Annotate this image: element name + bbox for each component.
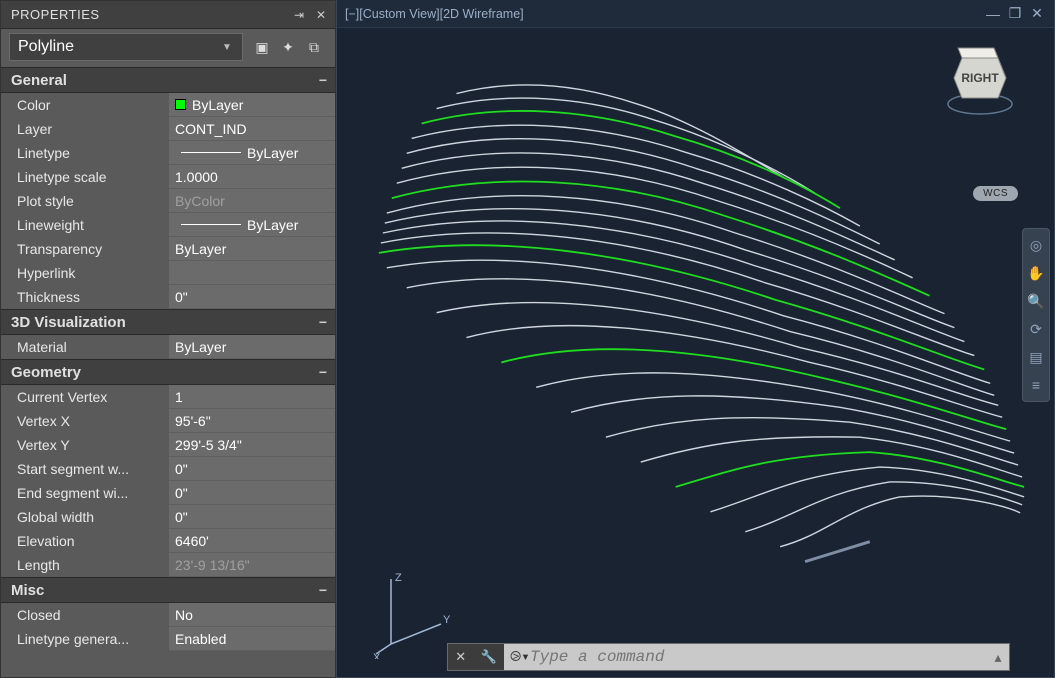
section-geometry[interactable]: Geometry − <box>1 359 335 385</box>
selection-tools: ▣ ✦ ⧉ <box>243 38 329 56</box>
viewport-titlebar: [−][Custom View][2D Wireframe] — ❐ ✕ <box>337 0 1054 28</box>
collapse-icon: − <box>313 72 327 88</box>
command-line: ✕ 🔧 ⧁▾ ▴ <box>447 643 1010 671</box>
prop-length[interactable]: Length 23'-9 13/16" <box>1 553 335 577</box>
prop-start-seg-width[interactable]: Start segment w... 0" <box>1 457 335 481</box>
navbar-more-icon[interactable]: ≡ <box>1026 375 1046 395</box>
close-icon[interactable]: ✕ <box>313 7 329 23</box>
object-type-value: Polyline <box>18 38 220 56</box>
prop-current-vertex[interactable]: Current Vertex 1 <box>1 385 335 409</box>
section-misc[interactable]: Misc − <box>1 577 335 603</box>
cmd-customize-icon[interactable]: 🔧 <box>481 649 497 665</box>
prop-closed[interactable]: Closed No <box>1 603 335 627</box>
wcs-badge[interactable]: WCS <box>973 186 1018 201</box>
drawing-canvas[interactable] <box>337 28 1054 677</box>
navigation-bar: ◎ ✋ 🔍 ⟳ ▤ ≡ <box>1022 228 1050 402</box>
section-3d-visualization[interactable]: 3D Visualization − <box>1 309 335 335</box>
prop-vertex-y[interactable]: Vertex Y 299'-5 3/4" <box>1 433 335 457</box>
prop-transparency[interactable]: Transparency ByLayer <box>1 237 335 261</box>
prop-lineweight[interactable]: Lineweight ByLayer <box>1 213 335 237</box>
close-window-icon[interactable]: ✕ <box>1028 5 1046 22</box>
properties-header: PROPERTIES ⇥ ✕ <box>1 1 335 29</box>
minimize-icon[interactable]: — <box>984 6 1002 22</box>
pin-icon[interactable]: ⇥ <box>291 7 307 23</box>
properties-panel: PROPERTIES ⇥ ✕ Polyline ▼ ▣ ✦ ⧉ General … <box>0 0 336 678</box>
linetype-preview-icon <box>181 152 241 153</box>
selection-row: Polyline ▼ ▣ ✦ ⧉ <box>1 29 335 67</box>
pan-icon[interactable]: ✋ <box>1026 263 1046 283</box>
contour-drawing <box>337 28 1054 677</box>
collapse-icon: − <box>313 314 327 330</box>
prop-layer[interactable]: Layer CONT_IND <box>1 117 335 141</box>
wheel-icon[interactable]: ◎ <box>1026 235 1046 255</box>
chevron-down-icon: ▼ <box>220 42 234 53</box>
lineweight-preview-icon <box>181 224 241 225</box>
properties-title: PROPERTIES <box>11 7 285 22</box>
cmd-close-icon[interactable]: ✕ <box>455 649 466 665</box>
command-line-controls: ✕ 🔧 <box>448 644 504 670</box>
maximize-icon[interactable]: ❐ <box>1006 5 1024 22</box>
collapse-icon: − <box>313 582 327 598</box>
prop-end-seg-width[interactable]: End segment wi... 0" <box>1 481 335 505</box>
viewcube[interactable]: RIGHT <box>940 42 1020 122</box>
viewport-label[interactable]: [−][Custom View][2D Wireframe] <box>345 7 980 21</box>
svg-text:RIGHT: RIGHT <box>961 71 999 85</box>
prop-thickness[interactable]: Thickness 0" <box>1 285 335 309</box>
prop-plot-style[interactable]: Plot style ByColor <box>1 189 335 213</box>
section-general[interactable]: General − <box>1 67 335 93</box>
cmd-history-icon[interactable]: ▴ <box>987 649 1009 666</box>
collapse-icon: − <box>313 364 327 380</box>
prop-global-width[interactable]: Global width 0" <box>1 505 335 529</box>
cmd-prompt-icon[interactable]: ⧁▾ <box>504 649 524 665</box>
toggle-pickadd-icon[interactable]: ▣ <box>253 38 271 56</box>
prop-linetype-scale[interactable]: Linetype scale 1.0000 <box>1 165 335 189</box>
showmotion-icon[interactable]: ▤ <box>1026 347 1046 367</box>
prop-hyperlink[interactable]: Hyperlink <box>1 261 335 285</box>
command-input[interactable] <box>524 648 987 666</box>
prop-linetype[interactable]: Linetype ByLayer <box>1 141 335 165</box>
viewport[interactable]: [−][Custom View][2D Wireframe] — ❐ ✕ <box>336 0 1055 678</box>
general-rows: Color ByLayer Layer CONT_IND Linetype By… <box>1 93 335 309</box>
prop-material[interactable]: Material ByLayer <box>1 335 335 359</box>
orbit-icon[interactable]: ⟳ <box>1026 319 1046 339</box>
zoom-icon[interactable]: 🔍 <box>1026 291 1046 311</box>
object-type-combo[interactable]: Polyline ▼ <box>9 33 243 61</box>
select-objects-icon[interactable]: ✦ <box>279 38 297 56</box>
prop-color[interactable]: Color ByLayer <box>1 93 335 117</box>
prop-vertex-x[interactable]: Vertex X 95'-6" <box>1 409 335 433</box>
quick-select-icon[interactable]: ⧉ <box>305 38 323 56</box>
prop-linetype-generation[interactable]: Linetype genera... Enabled <box>1 627 335 651</box>
prop-elevation[interactable]: Elevation 6460' <box>1 529 335 553</box>
color-swatch-icon <box>175 99 186 110</box>
